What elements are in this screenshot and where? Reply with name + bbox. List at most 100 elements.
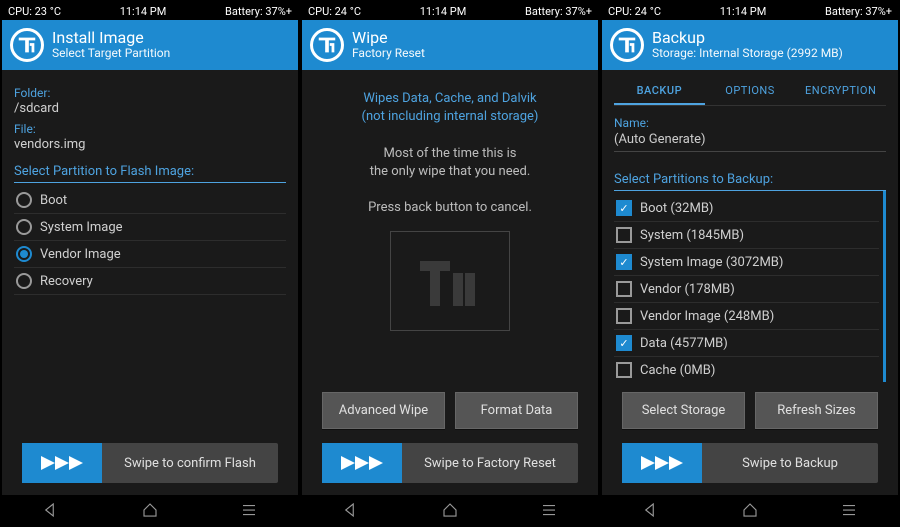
checkbox-icon: ✓: [616, 227, 632, 243]
checkbox-icon: ✓: [616, 308, 632, 324]
checkbox-icon: ✓: [616, 335, 632, 351]
format-data-button[interactable]: Format Data: [455, 392, 578, 429]
partition-label: System Image (3072MB): [640, 255, 783, 270]
twrp-logo-icon: [10, 28, 44, 62]
partition-label: Recovery: [40, 274, 93, 289]
name-label: Name:: [614, 116, 886, 130]
status-cpu: CPU: 24 °C: [308, 5, 361, 18]
screen-install-image: CPU: 23 °C 11:14 PM Battery: 37%+ Instal…: [2, 2, 298, 525]
wipe-desc-line2: (not including internal storage): [314, 108, 586, 126]
menu-icon[interactable]: [540, 501, 558, 519]
partition-label: Boot: [40, 193, 67, 208]
home-icon[interactable]: [141, 501, 159, 519]
status-cpu: CPU: 24 °C: [608, 5, 661, 18]
status-bar: CPU: 24 °C 11:14 PM Battery: 37%+: [602, 2, 898, 20]
swipe-handle-icon[interactable]: [22, 443, 102, 483]
folder-value: /sdcard: [14, 101, 286, 116]
partition-label: Cache (0MB): [640, 363, 715, 378]
twrp-logo-icon: [310, 28, 344, 62]
refresh-sizes-button[interactable]: Refresh Sizes: [755, 392, 878, 429]
tab-bar: BACKUPOPTIONSENCRYPTION: [614, 78, 886, 106]
radio-icon: [16, 273, 32, 289]
status-bar: CPU: 23 °C 11:14 PM Battery: 37%+: [2, 2, 298, 20]
back-icon[interactable]: [42, 501, 60, 519]
status-bar: CPU: 24 °C 11:14 PM Battery: 37%+: [302, 2, 598, 20]
back-icon[interactable]: [642, 501, 660, 519]
wipe-desc-line1: Wipes Data, Cache, and Dalvik: [314, 90, 586, 108]
status-time: 11:14 PM: [120, 5, 167, 18]
partition-check[interactable]: ✓ Vendor (178MB): [614, 276, 879, 303]
checkbox-icon: ✓: [616, 281, 632, 297]
checkbox-icon: ✓: [616, 254, 632, 270]
checkbox-icon: ✓: [616, 200, 632, 216]
file-label: File:: [14, 122, 286, 136]
wipe-msg-line2: the only wipe that you need.: [314, 163, 586, 181]
home-icon[interactable]: [741, 501, 759, 519]
header: Install Image Select Target Partition: [2, 20, 298, 70]
swipe-handle-icon[interactable]: [322, 443, 402, 483]
partition-section-title: Select Partition to Flash Image:: [14, 164, 286, 183]
wipe-msg-line1: Most of the time this is: [314, 145, 586, 163]
home-icon[interactable]: [441, 501, 459, 519]
status-battery: Battery: 37%+: [525, 5, 592, 18]
partition-section-title: Select Partitions to Backup:: [614, 172, 886, 191]
advanced-wipe-button[interactable]: Advanced Wipe: [322, 392, 445, 429]
select-storage-button[interactable]: Select Storage: [622, 392, 745, 429]
screen-wipe: CPU: 24 °C 11:14 PM Battery: 37%+ Wipe F…: [302, 2, 598, 525]
partition-label: Vendor (178MB): [640, 282, 735, 297]
header: Backup Storage: Internal Storage (2992 M…: [602, 20, 898, 70]
status-time: 11:14 PM: [720, 5, 767, 18]
page-title: Install Image: [52, 29, 170, 47]
status-cpu: CPU: 23 °C: [8, 5, 61, 18]
radio-icon: [16, 192, 32, 208]
partition-label: Vendor Image: [40, 247, 121, 262]
back-icon[interactable]: [342, 501, 360, 519]
partition-radio[interactable]: System Image: [14, 214, 286, 241]
partition-radio[interactable]: Recovery: [14, 268, 286, 295]
radio-icon: [16, 246, 32, 262]
nav-bar: [2, 495, 298, 525]
partition-label: System (1845MB): [640, 228, 744, 243]
partition-label: Boot (32MB): [640, 201, 713, 216]
partition-check[interactable]: ✓ Boot (32MB): [614, 195, 879, 222]
page-subtitle: Factory Reset: [352, 47, 425, 61]
swipe-factory-reset[interactable]: Swipe to Factory Reset: [322, 443, 578, 483]
partition-radio[interactable]: Vendor Image: [14, 241, 286, 268]
nav-bar: [602, 495, 898, 525]
partition-check[interactable]: ✓ Vendor Image (248MB): [614, 303, 879, 330]
file-value: vendors.img: [14, 137, 286, 152]
status-battery: Battery: 37%+: [225, 5, 292, 18]
partition-check[interactable]: ✓ Data (4577MB): [614, 330, 879, 357]
partition-label: Data (4577MB): [640, 336, 728, 351]
twrp-logo-icon: [610, 28, 644, 62]
page-title: Wipe: [352, 29, 425, 47]
page-title: Backup: [652, 29, 843, 47]
menu-icon[interactable]: [240, 501, 258, 519]
header: Wipe Factory Reset: [302, 20, 598, 70]
partition-check[interactable]: ✓ System Image (3072MB): [614, 249, 879, 276]
menu-icon[interactable]: [840, 501, 858, 519]
swipe-handle-icon[interactable]: [622, 443, 702, 483]
page-subtitle: Select Target Partition: [52, 47, 170, 61]
partition-label: Vendor Image (248MB): [640, 309, 774, 324]
wipe-msg-line3: Press back button to cancel.: [314, 199, 586, 217]
nav-bar: [302, 495, 598, 525]
partition-check[interactable]: ✓ System (1845MB): [614, 222, 879, 249]
swipe-label: Swipe to Backup: [702, 456, 878, 471]
status-battery: Battery: 37%+: [825, 5, 892, 18]
folder-label: Folder:: [14, 86, 286, 100]
screen-backup: CPU: 24 °C 11:14 PM Battery: 37%+ Backup…: [602, 2, 898, 525]
tab-encryption[interactable]: ENCRYPTION: [795, 78, 886, 105]
partition-check[interactable]: ✓Cache (0MB): [614, 357, 879, 382]
partition-check-list[interactable]: ✓ Boot (32MB) ✓ System (1845MB) ✓ System Imag…: [614, 191, 886, 382]
tab-backup[interactable]: BACKUP: [614, 78, 705, 105]
swipe-confirm-flash[interactable]: Swipe to confirm Flash: [22, 443, 278, 483]
partition-radio-list: Boot System Image Vendor Image Recovery: [14, 187, 286, 295]
placeholder-graphic: [390, 231, 510, 331]
radio-icon: [16, 219, 32, 235]
page-subtitle: Storage: Internal Storage (2992 MB): [652, 47, 843, 61]
swipe-backup[interactable]: Swipe to Backup: [622, 443, 878, 483]
backup-name-field[interactable]: (Auto Generate): [614, 130, 886, 152]
tab-options[interactable]: OPTIONS: [705, 78, 796, 105]
partition-radio[interactable]: Boot: [14, 187, 286, 214]
